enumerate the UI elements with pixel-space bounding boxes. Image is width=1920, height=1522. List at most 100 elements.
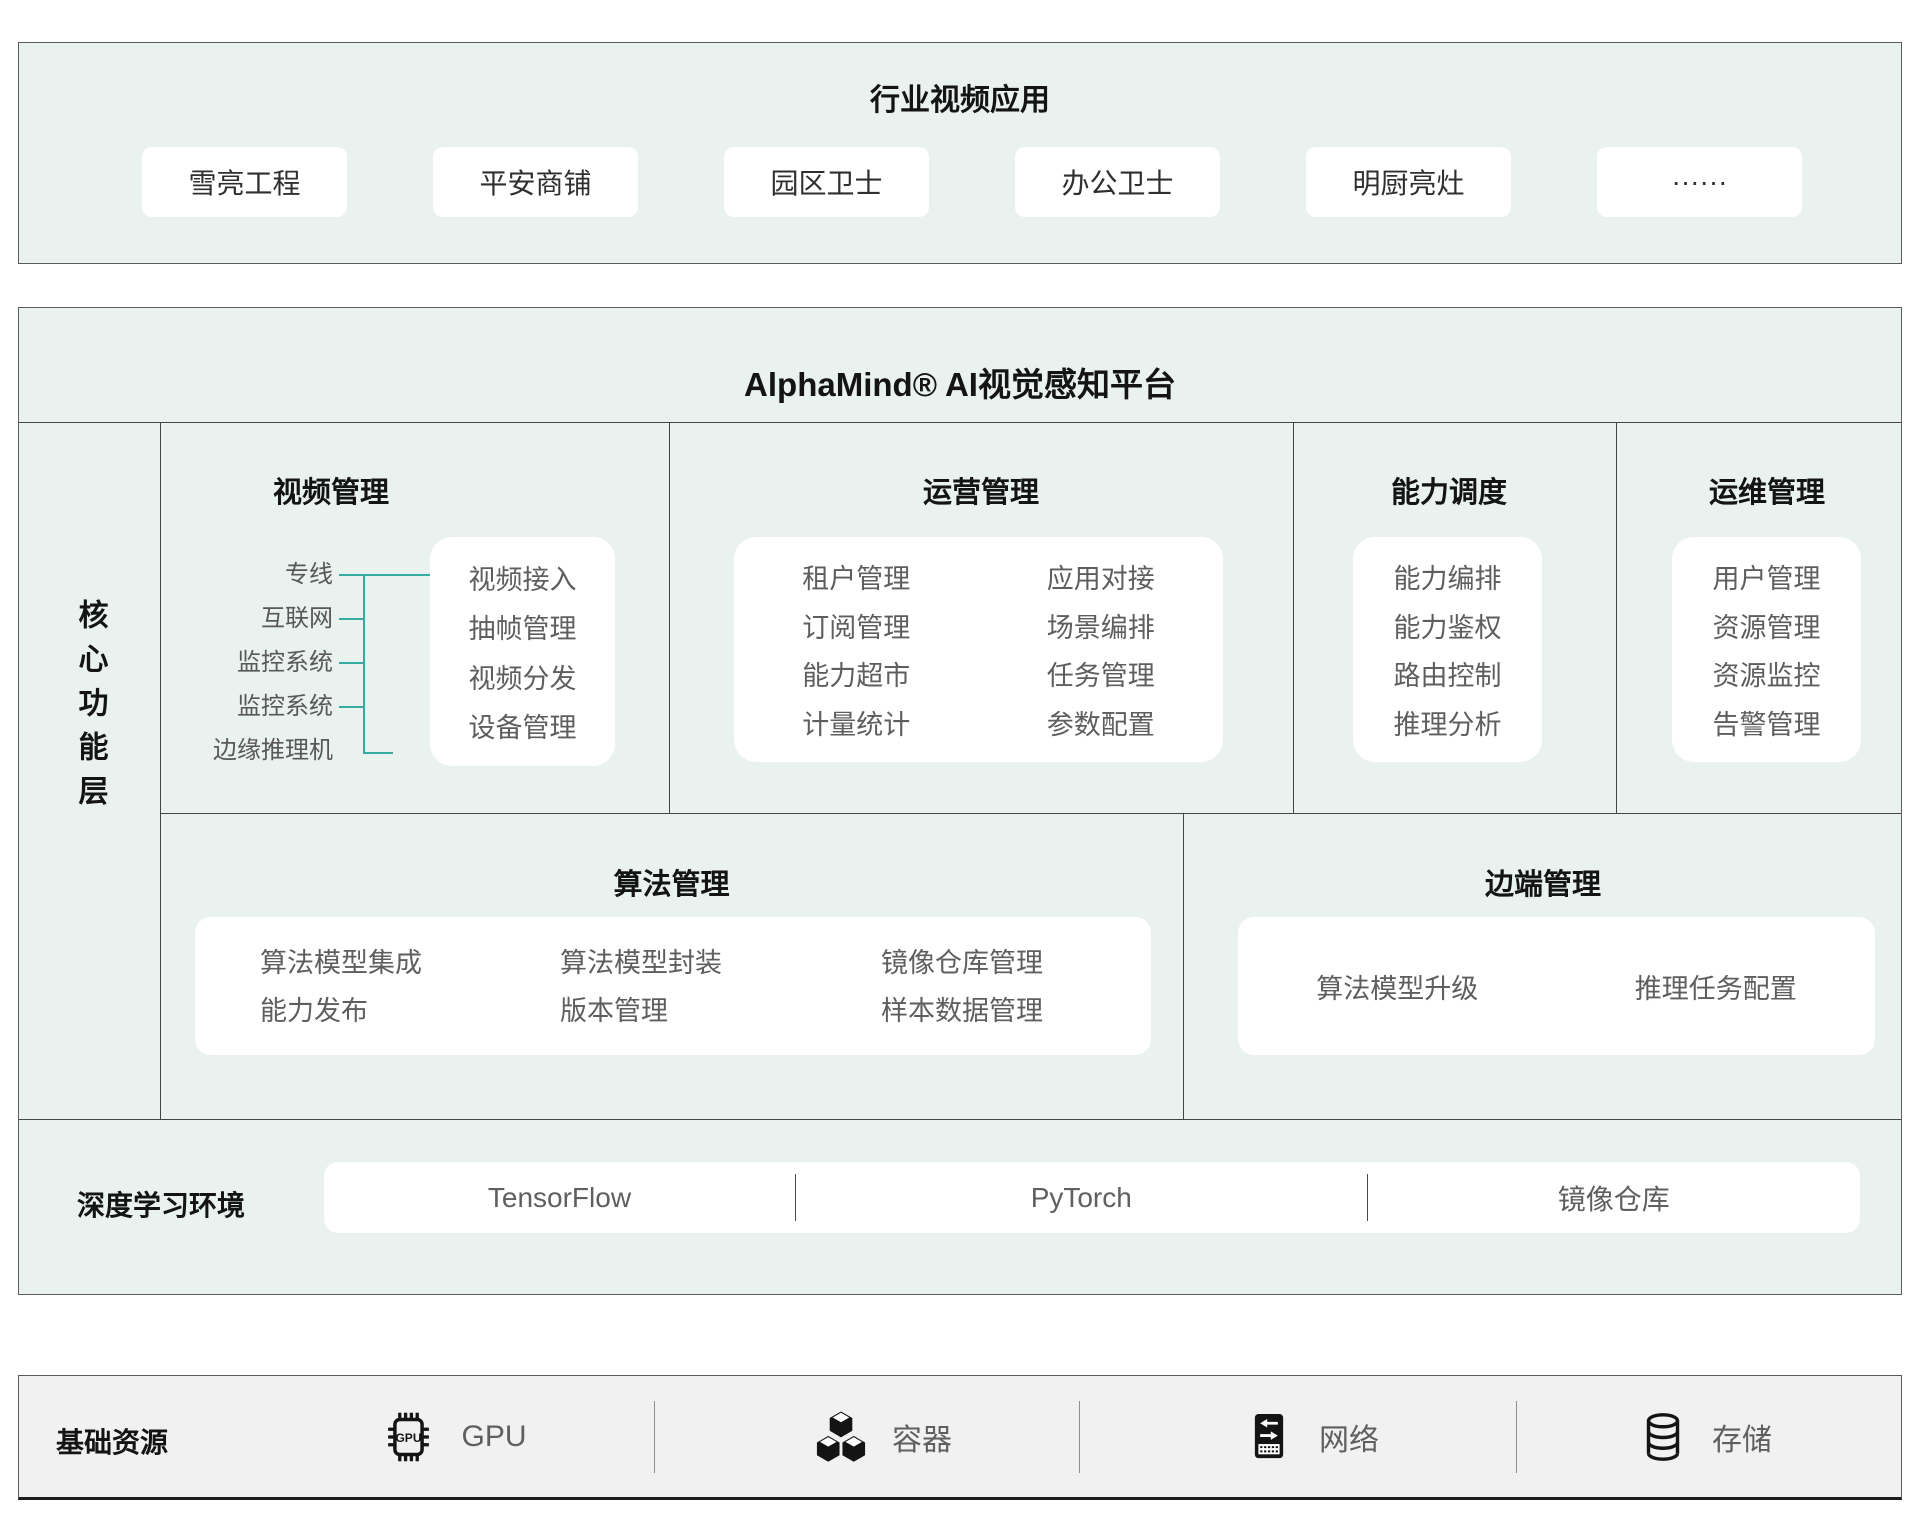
scheduling-item: 路由控制 [1394,654,1502,693]
dl-env-tensorflow: TensorFlow [324,1162,795,1233]
video-source: 边缘推理机 [103,729,333,773]
maintenance-title: 运维管理 [1617,469,1917,511]
divider-row2-col [1183,813,1184,1119]
connector-tick-line [339,706,365,708]
gpu-chip-icon: GPU [375,1404,441,1470]
industry-apps-title: 行业视频应用 [19,75,1901,119]
edge-item-wrap: 算法模型升级 [1238,917,1557,1055]
video-item: 设备管理 [469,706,577,745]
operations-col-1: 租户管理 订阅管理 能力超市 计量统计 [734,547,979,752]
infrastructure-label: 基础资源 [56,1421,256,1461]
app-box-mingchu: 明厨亮灶 [1306,147,1511,217]
algorithm-item: 镜像仓库管理 [881,939,1043,987]
industry-apps-row: 雪亮工程 平安商铺 园区卫士 办公卫士 明厨亮灶 ······ [19,147,1901,217]
storage-database-icon [1634,1406,1692,1468]
platform-title: AlphaMind® AI视觉感知平台 [19,358,1901,406]
maintenance-item: 资源管理 [1713,606,1821,645]
infra-divider [1079,1401,1080,1473]
video-source: 互联网 [103,597,333,641]
network-switch-icon [1239,1406,1299,1468]
algorithm-col-2: 算法模型封装 版本管理 [560,939,722,1035]
app-box-pingan: 平安商铺 [433,147,638,217]
video-item: 抽帧管理 [469,607,577,646]
industry-apps-section: 行业视频应用 雪亮工程 平安商铺 园区卫士 办公卫士 明厨亮灶 ······ [18,42,1902,264]
video-item: 视频分发 [469,657,577,696]
dl-env-registry: 镜像仓库 [1368,1162,1860,1233]
infra-item-label: GPU [461,1420,526,1454]
video-source: 监控系统 [103,685,333,729]
infra-item-gpu: GPU GPU [375,1376,526,1498]
operations-item: 参数配置 [1047,703,1155,742]
dl-env-pytorch: PyTorch [796,1162,1367,1233]
video-item: 视频接入 [469,558,577,597]
divider-title [19,422,1901,423]
scheduling-item: 推理分析 [1394,703,1502,742]
maintenance-item: 告警管理 [1713,703,1821,742]
platform-section: AlphaMind® AI视觉感知平台 核心功能层 视频管理 运营管理 能力调度… [18,307,1902,1295]
connector-bus-line [363,574,365,754]
dl-env-label: 深度学习环境 [41,1184,281,1224]
divider-row-2 [19,1119,1901,1120]
app-box-yuanqu: 园区卫士 [724,147,929,217]
operations-item: 应用对接 [1047,557,1155,596]
operations-item: 订阅管理 [802,606,910,645]
architecture-diagram: 行业视频应用 雪亮工程 平安商铺 园区卫士 办公卫士 明厨亮灶 ······ A… [0,0,1920,1522]
container-cubes-icon [810,1406,872,1468]
operations-mgmt-title: 运营管理 [831,469,1131,511]
connector-tick-line [339,662,365,664]
scheduling-title: 能力调度 [1299,469,1599,511]
infra-item-container: 容器 [810,1376,952,1498]
operations-item: 租户管理 [802,557,910,596]
operations-mgmt-box: 租户管理 订阅管理 能力超市 计量统计 应用对接 场景编排 任务管理 参数配置 [734,537,1223,762]
infra-item-label: 容器 [892,1415,952,1459]
infra-item-storage: 存储 [1634,1376,1772,1498]
operations-item: 能力超市 [802,654,910,693]
algorithm-col-1: 算法模型集成 能力发布 [260,939,422,1035]
video-mgmt-title: 视频管理 [181,469,481,511]
maintenance-item: 用户管理 [1713,557,1821,596]
maintenance-item: 资源监控 [1713,654,1821,693]
dl-env-box: TensorFlow PyTorch 镜像仓库 [324,1162,1860,1233]
infra-item-label: 网络 [1319,1415,1379,1459]
algorithm-mgmt-box: 算法模型集成 能力发布 算法模型封装 版本管理 镜像仓库管理 样本数据管理 [195,917,1151,1055]
algorithm-item: 算法模型封装 [560,939,722,987]
video-source-list: 专线 互联网 监控系统 监控系统 边缘推理机 [103,553,333,773]
algorithm-item: 算法模型集成 [260,939,422,987]
app-box-more: ······ [1597,147,1802,217]
operations-col-2: 应用对接 场景编排 任务管理 参数配置 [979,547,1224,752]
operations-item: 任务管理 [1047,654,1155,693]
algorithm-item: 版本管理 [560,987,722,1035]
divider-row-1 [160,813,1901,814]
edge-item-wrap: 推理任务配置 [1557,917,1876,1055]
operations-item: 计量统计 [802,703,910,742]
video-source: 专线 [103,553,333,597]
video-source: 监控系统 [103,641,333,685]
scheduling-item: 能力鉴权 [1394,606,1502,645]
connector-tick-line [363,752,393,754]
algorithm-item: 样本数据管理 [881,987,1043,1035]
app-box-xueliang: 雪亮工程 [142,147,347,217]
infra-divider [1516,1401,1517,1473]
video-mgmt-box: 视频接入 抽帧管理 视频分发 设备管理 [430,537,615,766]
scheduling-item: 能力编排 [1394,557,1502,596]
infra-item-label: 存储 [1712,1415,1772,1459]
divider-col-1 [669,422,670,813]
maintenance-box: 用户管理 资源管理 资源监控 告警管理 [1672,537,1861,762]
edge-item: 算法模型升级 [1316,967,1478,1006]
infra-item-network: 网络 [1239,1376,1379,1498]
infra-divider [654,1401,655,1473]
scheduling-box: 能力编排 能力鉴权 路由控制 推理分析 [1353,537,1542,762]
edge-mgmt-title: 边端管理 [1183,861,1903,903]
algorithm-mgmt-title: 算法管理 [160,861,1183,903]
svg-text:GPU: GPU [395,1431,421,1445]
app-box-bangong: 办公卫士 [1015,147,1220,217]
edge-mgmt-box: 算法模型升级 推理任务配置 [1238,917,1875,1055]
algorithm-col-3: 镜像仓库管理 样本数据管理 [881,939,1043,1035]
connector-tick-line [339,618,365,620]
operations-item: 场景编排 [1047,606,1155,645]
divider-col-2 [1293,422,1294,813]
infrastructure-section: 基础资源 GPU GPU [18,1375,1902,1500]
edge-item: 推理任务配置 [1635,967,1797,1006]
algorithm-item: 能力发布 [260,987,422,1035]
connector-tick-line [339,574,430,576]
